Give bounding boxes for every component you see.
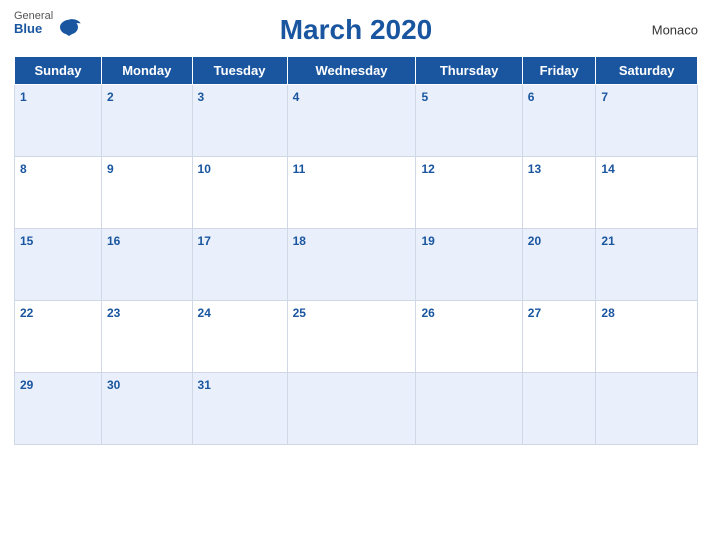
- day-cell: 22: [15, 301, 102, 373]
- day-cell: 28: [596, 301, 698, 373]
- day-cell: 13: [522, 157, 596, 229]
- day-cell: 7: [596, 85, 698, 157]
- day-number: 18: [293, 234, 306, 248]
- day-number: 23: [107, 306, 120, 320]
- day-number: 9: [107, 162, 114, 176]
- day-cell: 10: [192, 157, 287, 229]
- day-cell: 27: [522, 301, 596, 373]
- day-number: 26: [421, 306, 434, 320]
- logo: General Blue: [14, 10, 83, 36]
- day-number: 7: [601, 90, 608, 104]
- day-cell: 30: [101, 373, 192, 445]
- day-number: 10: [198, 162, 211, 176]
- day-number: 27: [528, 306, 541, 320]
- day-number: 2: [107, 90, 114, 104]
- calendar-week-row: 22 23 24 25 26 27 28: [15, 301, 698, 373]
- logo-bird-icon: [55, 18, 83, 36]
- header-tuesday: Tuesday: [192, 57, 287, 85]
- empty-cell: [287, 373, 416, 445]
- day-number: 12: [421, 162, 434, 176]
- day-cell: 24: [192, 301, 287, 373]
- day-number: 11: [293, 162, 306, 176]
- day-cell: 18: [287, 229, 416, 301]
- header-thursday: Thursday: [416, 57, 522, 85]
- day-cell: 14: [596, 157, 698, 229]
- day-cell: 12: [416, 157, 522, 229]
- day-number: 15: [20, 234, 33, 248]
- header-friday: Friday: [522, 57, 596, 85]
- day-number: 30: [107, 378, 120, 392]
- day-number: 29: [20, 378, 33, 392]
- calendar-week-row: 15 16 17 18 19 20 21: [15, 229, 698, 301]
- day-cell: 17: [192, 229, 287, 301]
- day-cell: 1: [15, 85, 102, 157]
- day-cell: 20: [522, 229, 596, 301]
- calendar-week-row: 8 9 10 11 12 13 14: [15, 157, 698, 229]
- day-number: 21: [601, 234, 614, 248]
- day-number: 22: [20, 306, 33, 320]
- day-number: 4: [293, 90, 300, 104]
- day-cell: 5: [416, 85, 522, 157]
- day-cell: 3: [192, 85, 287, 157]
- day-cell: 15: [15, 229, 102, 301]
- day-cell: 19: [416, 229, 522, 301]
- day-cell: 11: [287, 157, 416, 229]
- day-number: 6: [528, 90, 535, 104]
- day-cell: 26: [416, 301, 522, 373]
- day-cell: 29: [15, 373, 102, 445]
- day-number: 24: [198, 306, 211, 320]
- day-number: 16: [107, 234, 120, 248]
- day-cell: 21: [596, 229, 698, 301]
- day-cell: 31: [192, 373, 287, 445]
- day-cell: 9: [101, 157, 192, 229]
- empty-cell: [596, 373, 698, 445]
- day-number: 8: [20, 162, 27, 176]
- day-number: 19: [421, 234, 434, 248]
- day-cell: 25: [287, 301, 416, 373]
- day-cell: 6: [522, 85, 596, 157]
- day-number: 14: [601, 162, 614, 176]
- day-number: 17: [198, 234, 211, 248]
- day-number: 5: [421, 90, 428, 104]
- days-header-row: Sunday Monday Tuesday Wednesday Thursday…: [15, 57, 698, 85]
- day-number: 13: [528, 162, 541, 176]
- calendar-header: General Blue March 2020 Monaco: [14, 10, 698, 50]
- header-saturday: Saturday: [596, 57, 698, 85]
- day-cell: 23: [101, 301, 192, 373]
- empty-cell: [522, 373, 596, 445]
- day-number: 31: [198, 378, 211, 392]
- header-wednesday: Wednesday: [287, 57, 416, 85]
- empty-cell: [416, 373, 522, 445]
- logo-blue-text: Blue: [14, 22, 53, 36]
- day-number: 28: [601, 306, 614, 320]
- day-cell: 2: [101, 85, 192, 157]
- calendar-wrapper: General Blue March 2020 Monaco Sunday Mo…: [0, 0, 712, 550]
- header-sunday: Sunday: [15, 57, 102, 85]
- day-number: 3: [198, 90, 205, 104]
- calendar-table: Sunday Monday Tuesday Wednesday Thursday…: [14, 56, 698, 445]
- day-number: 25: [293, 306, 306, 320]
- calendar-body: 1234567891011121314151617181920212223242…: [15, 85, 698, 445]
- calendar-week-row: 29 30 31: [15, 373, 698, 445]
- calendar-week-row: 1 2 3 4 5 6 7: [15, 85, 698, 157]
- day-cell: 4: [287, 85, 416, 157]
- day-cell: 8: [15, 157, 102, 229]
- calendar-title: March 2020: [280, 14, 433, 46]
- country-label: Monaco: [652, 23, 698, 38]
- header-monday: Monday: [101, 57, 192, 85]
- day-cell: 16: [101, 229, 192, 301]
- day-number: 1: [20, 90, 27, 104]
- day-number: 20: [528, 234, 541, 248]
